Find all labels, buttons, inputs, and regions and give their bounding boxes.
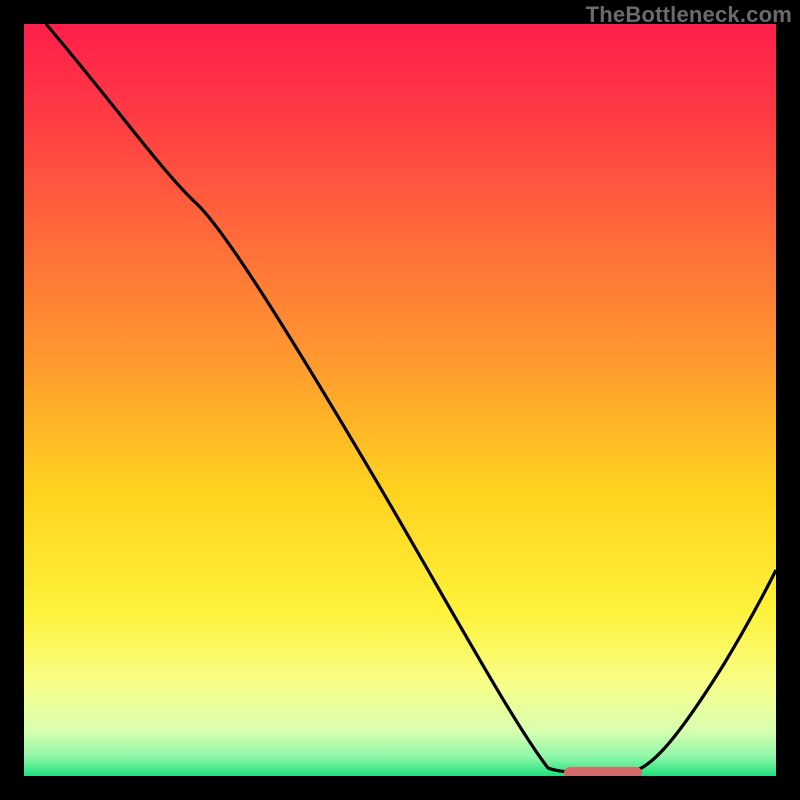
gradient-background: [24, 24, 776, 776]
plot-area: [24, 24, 776, 776]
watermark-text: TheBottleneck.com: [586, 2, 792, 28]
bottleneck-chart: TheBottleneck.com: [0, 0, 800, 800]
